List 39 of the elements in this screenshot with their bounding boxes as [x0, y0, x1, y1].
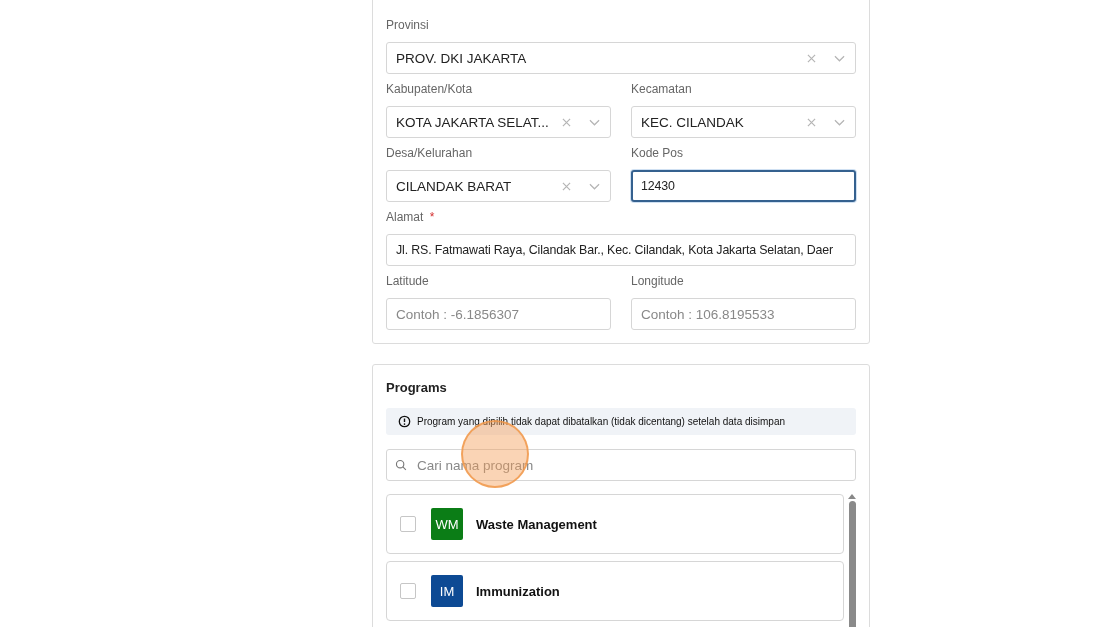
program-name: Waste Management: [476, 516, 597, 532]
checkbox[interactable]: [400, 516, 416, 532]
clear-icon[interactable]: [807, 53, 816, 63]
text-field[interactable]: Contoh : -6.1856307: [386, 298, 611, 330]
program-badge: WM: [431, 508, 463, 540]
field-label: Provinsi: [386, 18, 429, 32]
chevron-down-icon[interactable]: [589, 182, 600, 190]
select-field[interactable]: KOTA JAKARTA SELAT...: [386, 106, 611, 138]
chevron-down-icon[interactable]: [589, 118, 600, 126]
scrollbar[interactable]: [848, 494, 856, 627]
program-name: Immunization: [476, 583, 560, 599]
clear-icon[interactable]: [807, 117, 816, 127]
field-label: Alamat: [386, 210, 424, 224]
section-title: Programs: [386, 380, 448, 396]
required-mark: *: [429, 210, 435, 224]
info-icon: [398, 415, 411, 428]
select-field[interactable]: CILANDAK BARAT: [386, 170, 611, 202]
checkbox[interactable]: [400, 583, 416, 599]
program-item[interactable]: IM Immunization: [386, 561, 844, 621]
scroll-up-icon[interactable]: [848, 494, 856, 499]
chevron-down-icon[interactable]: [834, 54, 845, 62]
field-label: Kode Pos: [631, 146, 684, 160]
text-field[interactable]: Jl. RS. Fatmawati Raya, Cilandak Bar., Kec. Cilandak, Kota Jakarta Selatan, Daer: [386, 234, 856, 266]
select-field[interactable]: PROV. DKI JAKARTA: [386, 42, 856, 74]
chevron-down-icon[interactable]: [834, 118, 845, 126]
field-label: Longitude: [631, 274, 684, 288]
clear-icon[interactable]: [562, 117, 571, 127]
program-badge: IM: [431, 575, 463, 607]
text-field[interactable]: Contoh : 106.8195533: [631, 298, 856, 330]
field-label: Latitude: [386, 274, 429, 288]
program-item[interactable]: WM Waste Management: [386, 494, 844, 554]
field-label: Desa/Kelurahan: [386, 146, 473, 160]
field-label: Kecamatan: [631, 82, 692, 96]
search-icon: [395, 459, 407, 471]
notice-text: Program yang dipilih tidak dapat dibatalkan (tidak dicentang) setelah data disimpan: [417, 416, 785, 427]
select-field[interactable]: KEC. CILANDAK: [631, 106, 856, 138]
clear-icon[interactable]: [562, 181, 571, 191]
field-label: Kabupaten/Kota: [386, 82, 473, 96]
text-field[interactable]: 12430: [631, 170, 856, 202]
